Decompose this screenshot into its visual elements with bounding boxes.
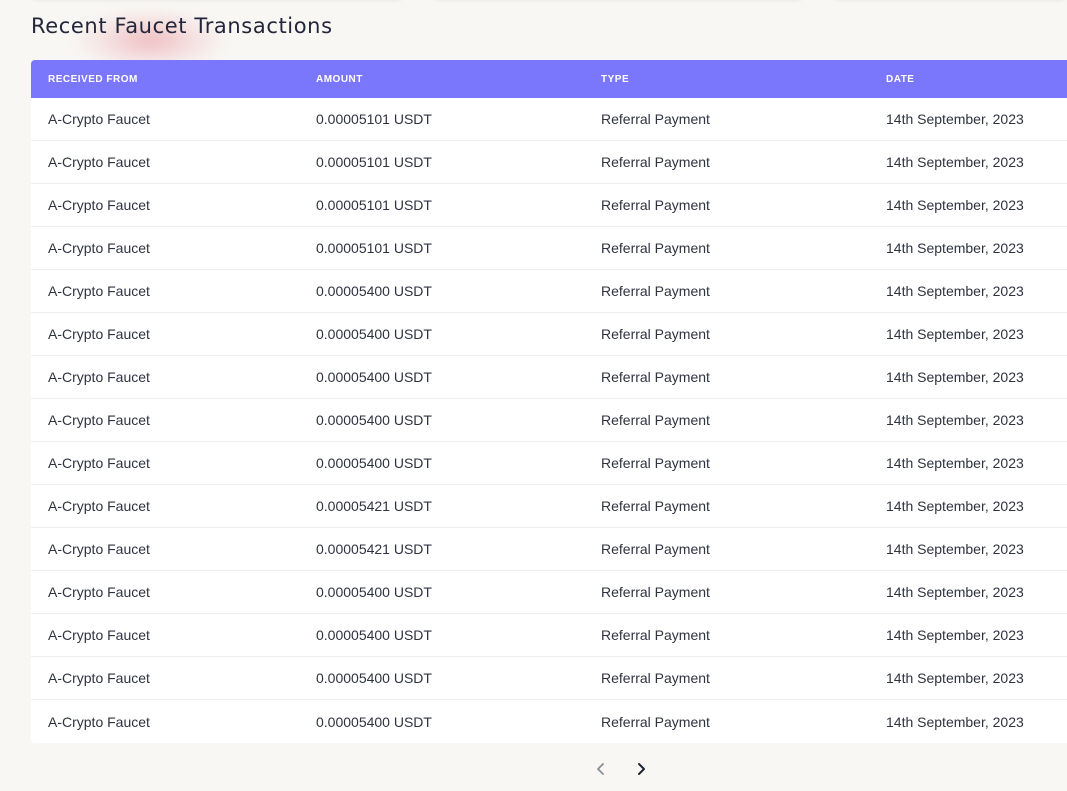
cell-amount: 0.00005101 USDT (316, 111, 432, 127)
cell-type: Referral Payment (601, 498, 710, 514)
prev-page-button[interactable] (590, 757, 612, 781)
cell-date: 14th September, 2023 (886, 326, 1024, 342)
cell-amount: 0.00005400 USDT (316, 326, 432, 342)
cell-amount: 0.00005101 USDT (316, 240, 432, 256)
cell-date: 14th September, 2023 (886, 670, 1024, 686)
table-row: A-Crypto Faucet 0.00005400 USDT Referral P… (31, 313, 1067, 356)
cell-received-from: A-Crypto Faucet (48, 154, 150, 170)
cell-amount: 0.00005421 USDT (316, 498, 432, 514)
cell-date: 14th September, 2023 (886, 154, 1024, 170)
table-row: A-Crypto Faucet 0.00005400 USDT Referral P… (31, 399, 1067, 442)
page: Recent Faucet Transactions RECEIVED FROM… (0, 0, 1067, 791)
cell-type: Referral Payment (601, 627, 710, 643)
cell-date: 14th September, 2023 (886, 455, 1024, 471)
cell-amount: 0.00005400 USDT (316, 369, 432, 385)
next-page-button[interactable] (630, 757, 652, 781)
cell-type: Referral Payment (601, 240, 710, 256)
cell-date: 14th September, 2023 (886, 111, 1024, 127)
cell-received-from: A-Crypto Faucet (48, 111, 150, 127)
column-header-amount: AMOUNT (316, 73, 363, 85)
cell-date: 14th September, 2023 (886, 498, 1024, 514)
cell-amount: 0.00005101 USDT (316, 154, 432, 170)
table-row: A-Crypto Faucet 0.00005400 USDT Referral P… (31, 657, 1067, 700)
cell-date: 14th September, 2023 (886, 541, 1024, 557)
cell-received-from: A-Crypto Faucet (48, 326, 150, 342)
table-row: A-Crypto Faucet 0.00005101 USDT Referral P… (31, 141, 1067, 184)
table-body: A-Crypto Faucet 0.00005101 USDT Referral P… (31, 98, 1067, 743)
cell-received-from: A-Crypto Faucet (48, 498, 150, 514)
cell-received-from: A-Crypto Faucet (48, 240, 150, 256)
cell-type: Referral Payment (601, 412, 710, 428)
cell-date: 14th September, 2023 (886, 584, 1024, 600)
cell-received-from: A-Crypto Faucet (48, 197, 150, 213)
table-row: A-Crypto Faucet 0.00005101 USDT Referral P… (31, 227, 1067, 270)
cell-type: Referral Payment (601, 154, 710, 170)
page-title: Recent Faucet Transactions (31, 14, 333, 38)
cell-type: Referral Payment (601, 326, 710, 342)
cell-received-from: A-Crypto Faucet (48, 713, 150, 730)
table-row: A-Crypto Faucet 0.00005101 USDT Referral P… (31, 98, 1067, 141)
cell-type: Referral Payment (601, 455, 710, 471)
cell-received-from: A-Crypto Faucet (48, 541, 150, 557)
table-row: A-Crypto Faucet 0.00005400 USDT Referral P… (31, 270, 1067, 313)
transactions-table: RECEIVED FROM AMOUNT TYPE DATE A-Crypto … (31, 60, 1067, 743)
cell-amount: 0.00005400 USDT (316, 455, 432, 471)
table-row: A-Crypto Faucet 0.00005400 USDT Referral P… (31, 571, 1067, 614)
chevron-left-icon (597, 763, 604, 775)
cell-type: Referral Payment (601, 111, 710, 127)
cell-type: Referral Payment (601, 541, 710, 557)
cell-date: 14th September, 2023 (886, 713, 1024, 730)
cell-amount: 0.00005101 USDT (316, 197, 432, 213)
cell-date: 14th September, 2023 (886, 627, 1024, 643)
table-row: A-Crypto Faucet 0.00005421 USDT Referral P… (31, 528, 1067, 571)
cell-type: Referral Payment (601, 197, 710, 213)
cell-type: Referral Payment (601, 713, 710, 730)
column-header-received-from: RECEIVED FROM (48, 73, 138, 85)
top-cards-edge (0, 0, 1067, 2)
cell-date: 14th September, 2023 (886, 240, 1024, 256)
cell-received-from: A-Crypto Faucet (48, 627, 150, 643)
cell-date: 14th September, 2023 (886, 369, 1024, 385)
cell-received-from: A-Crypto Faucet (48, 283, 150, 299)
table-row: A-Crypto Faucet 0.00005421 USDT Referral P… (31, 485, 1067, 528)
cell-received-from: A-Crypto Faucet (48, 369, 150, 385)
chevron-right-icon (638, 763, 645, 775)
table-row: A-Crypto Faucet 0.00005400 USDT Referral P… (31, 614, 1067, 657)
table-header-row: RECEIVED FROM AMOUNT TYPE DATE (31, 60, 1067, 98)
cell-received-from: A-Crypto Faucet (48, 584, 150, 600)
cell-type: Referral Payment (601, 369, 710, 385)
cell-received-from: A-Crypto Faucet (48, 455, 150, 471)
cell-received-from: A-Crypto Faucet (48, 412, 150, 428)
cell-amount: 0.00005400 USDT (316, 713, 432, 730)
cell-amount: 0.00005400 USDT (316, 670, 432, 686)
table-row: A-Crypto Faucet 0.00005400 USDT Referral P… (31, 700, 1067, 743)
cell-date: 14th September, 2023 (886, 412, 1024, 428)
cell-date: 14th September, 2023 (886, 197, 1024, 213)
cell-amount: 0.00005400 USDT (316, 283, 432, 299)
cell-amount: 0.00005421 USDT (316, 541, 432, 557)
column-header-date: DATE (886, 73, 915, 85)
cell-amount: 0.00005400 USDT (316, 627, 432, 643)
cell-amount: 0.00005400 USDT (316, 412, 432, 428)
cell-type: Referral Payment (601, 283, 710, 299)
table-row: A-Crypto Faucet 0.00005101 USDT Referral P… (31, 184, 1067, 227)
cell-type: Referral Payment (601, 670, 710, 686)
cell-type: Referral Payment (601, 584, 710, 600)
cell-date: 14th September, 2023 (886, 283, 1024, 299)
table-row: A-Crypto Faucet 0.00005400 USDT Referral P… (31, 356, 1067, 399)
table-row: A-Crypto Faucet 0.00005400 USDT Referral P… (31, 442, 1067, 485)
cell-received-from: A-Crypto Faucet (48, 670, 150, 686)
pagination (590, 757, 652, 781)
cell-amount: 0.00005400 USDT (316, 584, 432, 600)
column-header-type: TYPE (601, 73, 630, 85)
